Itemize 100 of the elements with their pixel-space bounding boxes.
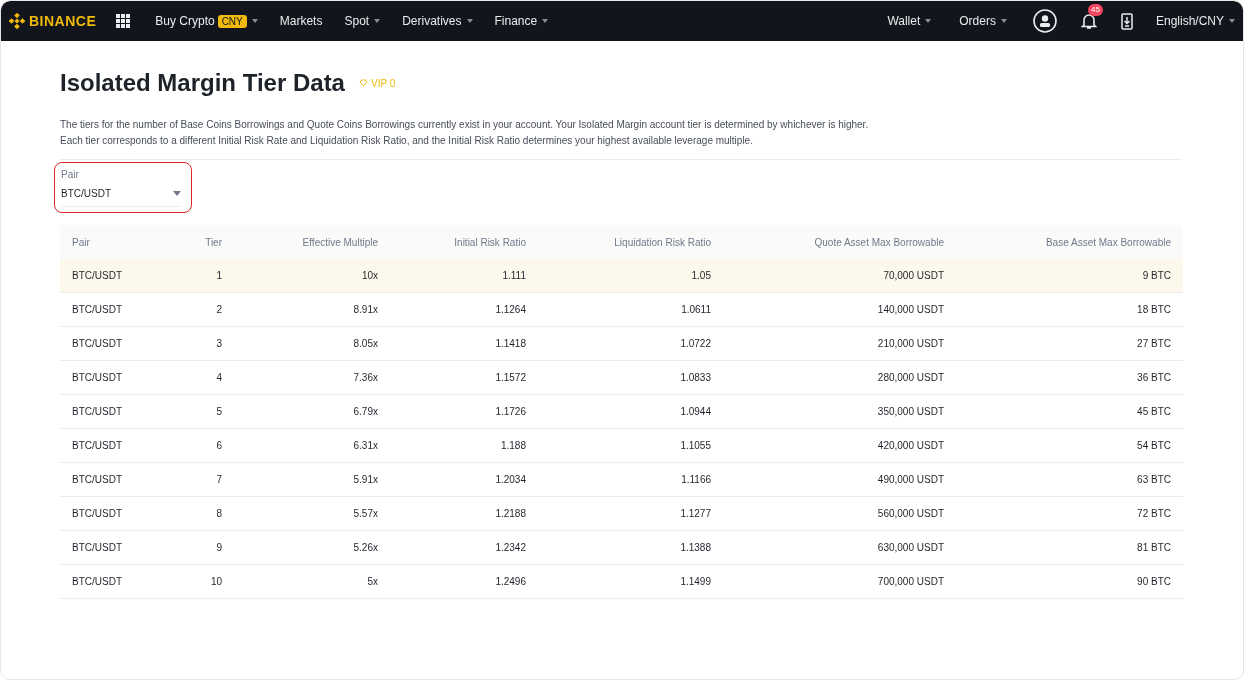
table-cell-text: 81 BTC bbox=[1136, 542, 1172, 553]
table-cell-text: 1.2342 bbox=[494, 542, 526, 553]
table-cell-text: 1.2188 bbox=[494, 508, 526, 519]
table-cell-text: 140,000 USDT bbox=[876, 304, 944, 315]
table-cell-text: 1.1166 bbox=[680, 474, 711, 485]
table-cell-text: 18 BTC bbox=[1136, 304, 1172, 315]
table-cell-text: 1.1388 bbox=[679, 542, 711, 553]
table-cell-text: 350,000 USDT bbox=[876, 406, 944, 417]
table-cell-text: 1.1418 bbox=[494, 338, 526, 349]
table-cell-text: 3 bbox=[215, 338, 222, 349]
table-cell-text: 1.0833 bbox=[679, 372, 711, 383]
table-cell-text: 63 BTC bbox=[1136, 474, 1172, 485]
description-text: The tiers for the number of Base Coins Borrowings and Quote Coins Borrowings currently exist in your account. Your Isolated Margin account tier is determined by whichever is higher. bbox=[60, 118, 870, 132]
table-cell-text: 6 bbox=[215, 440, 222, 451]
table-cell-text: BTC/USDT bbox=[71, 270, 123, 281]
table-cell-text: 1.0944 bbox=[679, 406, 711, 417]
table-row[interactable]: BTC/USDT 7 5.91x 1.2034 1.1166 490,000 USDT 63 BTC bbox=[60, 463, 1183, 497]
table-row[interactable]: BTC/USDT 1 10x 1.111 1.05 70,000 USDT 9 BTC bbox=[60, 259, 1183, 293]
nav-menu-item[interactable]: Markets bbox=[279, 14, 323, 28]
description-text: Each tier corresponds to a different Initial Risk Rate and Liquidation Risk Ratio, and the Initial Risk Ratio determines your highest available leverage multiple. bbox=[60, 134, 754, 148]
currency-badge: CNY bbox=[217, 14, 247, 28]
column-header: Tier bbox=[204, 236, 222, 248]
table-cell-text: BTC/USDT bbox=[71, 338, 123, 349]
table-cell-text: 700,000 USDT bbox=[876, 576, 944, 587]
table-cell-text: BTC/USDT bbox=[71, 576, 123, 587]
table-cell-text: BTC/USDT bbox=[71, 440, 123, 451]
table-cell-text: 5 bbox=[215, 406, 222, 417]
table-cell-text: 8.91x bbox=[352, 304, 378, 315]
column-header: Effective Multiple bbox=[301, 236, 378, 248]
table-cell-text: BTC/USDT bbox=[71, 542, 123, 553]
table-cell-text: 1.0611 bbox=[680, 304, 711, 315]
table-cell-text: 1.1572 bbox=[494, 372, 526, 383]
table-cell-text: 6.31x bbox=[352, 440, 378, 451]
table-cell-text: 5.57x bbox=[352, 508, 378, 519]
pair-select[interactable]: Pair BTC/USDT bbox=[54, 162, 192, 213]
table-cell-text: 1.2496 bbox=[494, 576, 526, 587]
table-cell-text: 45 BTC bbox=[1136, 406, 1172, 417]
column-header: Base Asset Max Borrowable bbox=[1044, 236, 1172, 248]
nav-menu-item[interactable]: Derivatives bbox=[402, 14, 473, 28]
table-cell-text: 7 bbox=[215, 474, 222, 485]
table-cell-text: 490,000 USDT bbox=[876, 474, 944, 485]
nav-menu-item[interactable]: Buy Crypto CNY bbox=[155, 14, 258, 28]
dropdown-caret-icon bbox=[173, 191, 181, 196]
table-cell-text: 2 bbox=[215, 304, 222, 315]
language-selector[interactable]: English/CNY bbox=[1155, 14, 1235, 28]
caret-icon bbox=[1229, 19, 1235, 23]
table-row[interactable]: BTC/USDT 9 5.26x 1.2342 1.1388 630,000 USDT 81 BTC bbox=[60, 531, 1183, 565]
table-cell-text: 8.05x bbox=[352, 338, 378, 349]
table-cell-text: 1.188 bbox=[499, 440, 526, 451]
table-row[interactable]: BTC/USDT 8 5.57x 1.2188 1.1277 560,000 USDT 72 BTC bbox=[60, 497, 1183, 531]
table-cell-text: 1.1726 bbox=[494, 406, 526, 417]
bell-icon[interactable] bbox=[1080, 12, 1097, 30]
table-row[interactable]: BTC/USDT 5 6.79x 1.1726 1.0944 350,000 USDT 45 BTC bbox=[60, 395, 1183, 429]
table-row[interactable]: BTC/USDT 3 8.05x 1.1418 1.0722 210,000 USDT 27 BTC bbox=[60, 327, 1183, 361]
nav-menu-item[interactable]: Wallet bbox=[887, 14, 932, 28]
logo-wordmark[interactable]: BINANCE bbox=[29, 13, 97, 29]
table-cell-text: 1.1277 bbox=[679, 508, 711, 519]
table-cell-text: 9 bbox=[215, 542, 222, 553]
column-header: Pair bbox=[71, 236, 91, 248]
table-cell-text: 36 BTC bbox=[1136, 372, 1172, 383]
table-row[interactable]: BTC/USDT 2 8.91x 1.1264 1.0611 140,000 USDT 18 BTC bbox=[60, 293, 1183, 327]
table-cell-text: 560,000 USDT bbox=[876, 508, 944, 519]
table-cell-text: 6.79x bbox=[352, 406, 378, 417]
table-cell-text: BTC/USDT bbox=[71, 474, 123, 485]
table-cell-text: 210,000 USDT bbox=[876, 338, 944, 349]
table-row[interactable]: BTC/USDT 4 7.36x 1.1572 1.0833 280,000 USDT 36 BTC bbox=[60, 361, 1183, 395]
table-cell-text: 7.36x bbox=[352, 372, 378, 383]
table-cell-text: 1 bbox=[215, 270, 222, 281]
table-cell-text: 5.26x bbox=[352, 542, 378, 553]
apps-grid-icon[interactable] bbox=[116, 14, 131, 28]
logo-icon bbox=[9, 13, 25, 29]
table-cell-text: 1.0722 bbox=[679, 338, 711, 349]
table-cell-text: 5.91x bbox=[352, 474, 378, 485]
column-header: Liquidation Risk Ratio bbox=[613, 236, 711, 248]
table-cell-text: 10 bbox=[209, 576, 222, 587]
table-cell-text: 8 bbox=[215, 508, 222, 519]
table-cell-text: 1.111 bbox=[501, 270, 526, 281]
table-cell-text: 280,000 USDT bbox=[876, 372, 944, 383]
notification-badge: 45 bbox=[1087, 4, 1103, 16]
page-title: Isolated Margin Tier Data bbox=[60, 69, 345, 97]
column-header: Quote Asset Max Borrowable bbox=[813, 236, 944, 248]
nav-menu-item[interactable]: Finance bbox=[494, 14, 549, 28]
table-cell-text: 420,000 USDT bbox=[876, 440, 944, 451]
table-cell-text: 90 BTC bbox=[1136, 576, 1172, 587]
table-cell-text: 1.05 bbox=[690, 270, 711, 281]
table-cell-text: 70,000 USDT bbox=[882, 270, 944, 281]
table-cell-text: 1.2034 bbox=[494, 474, 526, 485]
download-icon[interactable] bbox=[1120, 12, 1133, 30]
table-cell-text: 10x bbox=[360, 270, 378, 281]
table-row[interactable]: BTC/USDT 6 6.31x 1.188 1.1055 420,000 USDT 54 BTC bbox=[60, 429, 1183, 463]
table-cell-text: 630,000 USDT bbox=[876, 542, 944, 553]
table-cell-text: BTC/USDT bbox=[71, 406, 123, 417]
nav-menu-item[interactable]: Orders bbox=[959, 14, 1007, 28]
profile-icon[interactable] bbox=[1032, 9, 1057, 33]
table-cell-text: 1.1055 bbox=[679, 440, 711, 451]
nav-menu-item[interactable]: Spot bbox=[344, 14, 381, 28]
table-cell-text: BTC/USDT bbox=[71, 508, 123, 519]
table-cell-text: 27 BTC bbox=[1136, 338, 1172, 349]
table-row[interactable]: BTC/USDT 10 5x 1.2496 1.1499 700,000 USDT 90 BTC bbox=[60, 565, 1183, 599]
table-cell-text: 9 BTC bbox=[1141, 270, 1172, 281]
